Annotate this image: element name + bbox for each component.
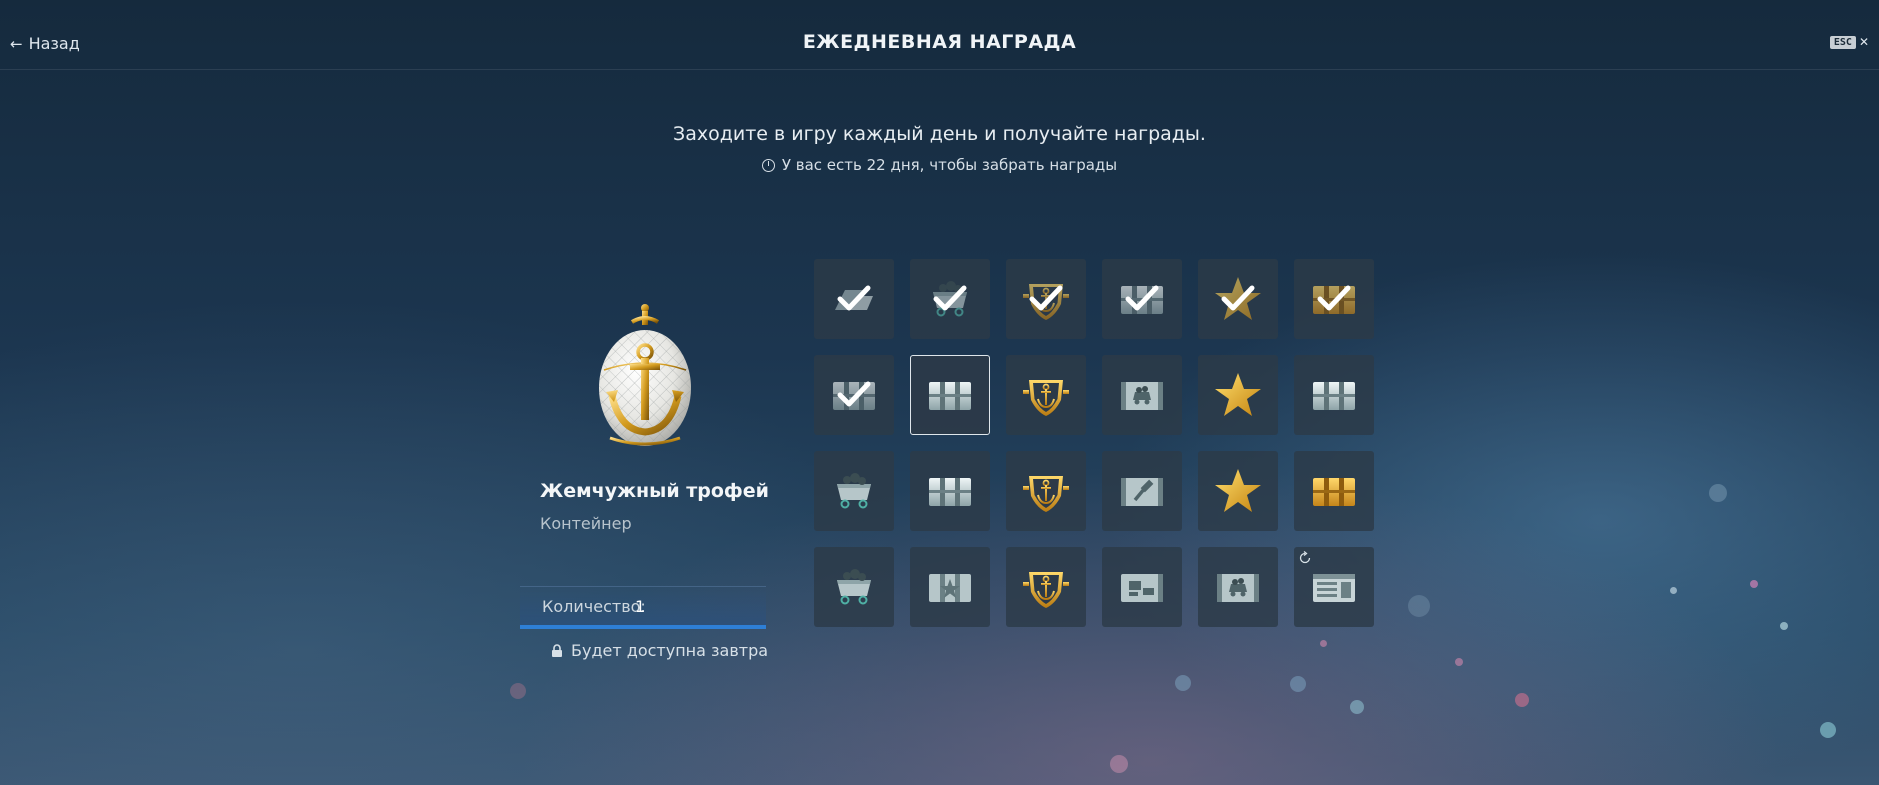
checkmark-icon [1029,285,1063,311]
bokeh-light [1408,595,1430,617]
reward-tile-day-5[interactable] [1198,259,1278,339]
checkmark-icon [837,381,871,407]
container-icon [929,478,971,506]
coal-cart-icon [837,569,871,605]
bokeh-light [1750,580,1758,588]
pearl-egg-trophy-image [599,304,691,446]
checkmark-icon [933,285,967,311]
reward-tile-day-23[interactable] [1198,547,1278,627]
coal-container-icon [1217,574,1259,602]
checkmark-icon [1317,285,1351,311]
reward-tile-day-6[interactable] [1294,259,1374,339]
bokeh-light [1820,722,1836,738]
reward-tile-day-12[interactable] [1294,355,1374,435]
quantity-value: 1 [635,597,646,616]
reward-tile-day-19[interactable] [814,547,894,627]
star-container-icon [929,574,971,602]
anchor-shield-icon [1023,380,1069,416]
reward-tile-day-22[interactable] [1102,547,1182,627]
reward-tile-day-24[interactable] [1294,547,1374,627]
tool-container-icon [1121,478,1163,506]
reward-grid [814,259,1374,627]
checkmark-icon [837,285,871,311]
reward-tile-day-1[interactable] [814,259,894,339]
bokeh-light [1110,755,1128,773]
anchor-shield-icon [1023,476,1069,512]
close-icon: ✕ [1858,35,1869,49]
reward-tile-day-18[interactable] [1294,451,1374,531]
checkmark-icon [1125,285,1159,311]
coal-cart-icon [837,473,871,509]
reward-tile-day-21[interactable] [1006,547,1086,627]
reward-tile-day-16[interactable] [1102,451,1182,531]
coal-container-icon [1121,382,1163,410]
bokeh-light [1709,484,1727,502]
reward-tile-day-3[interactable] [1006,259,1086,339]
reward-tile-day-13[interactable] [814,451,894,531]
container-icon [1313,382,1355,410]
checkmark-icon [1221,285,1255,311]
reward-tile-day-17[interactable] [1198,451,1278,531]
prize-name: Жемчужный трофей [540,480,769,502]
bokeh-light [1455,658,1463,666]
reward-timer: У вас есть 22 дня, чтобы забрать награды [0,156,1879,174]
quantity-label: Количество: [542,597,646,616]
timer-text: У вас есть 22 дня, чтобы забрать награды [781,156,1118,174]
reward-tile-day-11[interactable] [1198,355,1278,435]
reward-tile-day-9[interactable] [1006,355,1086,435]
page-title: ЕЖЕДНЕВНАЯ НАГРАДА [802,31,1077,53]
close-button[interactable]: ESC ✕ [1829,35,1869,49]
bokeh-light [510,683,526,699]
star-icon [1215,373,1261,416]
esc-key-hint: ESC [1829,35,1856,49]
daily-reward-description: Заходите в игру каждый день и получайте … [673,123,1206,145]
bokeh-light [1175,675,1191,691]
camo-container-icon [1121,574,1163,602]
bokeh-light [1670,587,1677,594]
top-bar: ← Назад ЕЖЕДНЕВНАЯ НАГРАДА ESC ✕ [0,0,1879,70]
lock-icon [552,643,562,657]
reward-tile-day-2[interactable] [910,259,990,339]
bokeh-light [1780,622,1788,630]
bokeh-light [1515,693,1529,707]
reward-tile-day-4[interactable] [1102,259,1182,339]
bokeh-light [1320,640,1327,647]
anchor-shield-icon [1023,572,1069,608]
availability-note: Будет доступна завтра [551,641,768,660]
refresh-icon [1299,551,1311,564]
prize-type: Контейнер [540,514,632,533]
reward-tile-day-14[interactable] [910,451,990,531]
reward-tile-day-10[interactable] [1102,355,1182,435]
reward-tile-day-15[interactable] [1006,451,1086,531]
bokeh-light [1350,700,1364,714]
clock-icon [761,158,775,172]
availability-text: Будет доступна завтра [571,641,769,660]
reward-tile-day-8[interactable] [910,355,990,435]
reward-tile-day-20[interactable] [910,547,990,627]
container-icon [929,382,971,410]
star-icon [1215,469,1261,512]
quantity-panel: Количество: 1 [520,586,766,629]
supply-container-icon [1313,574,1355,602]
gold-container-icon [1313,478,1355,506]
reward-tile-day-7[interactable] [814,355,894,435]
bokeh-light [1290,676,1306,692]
